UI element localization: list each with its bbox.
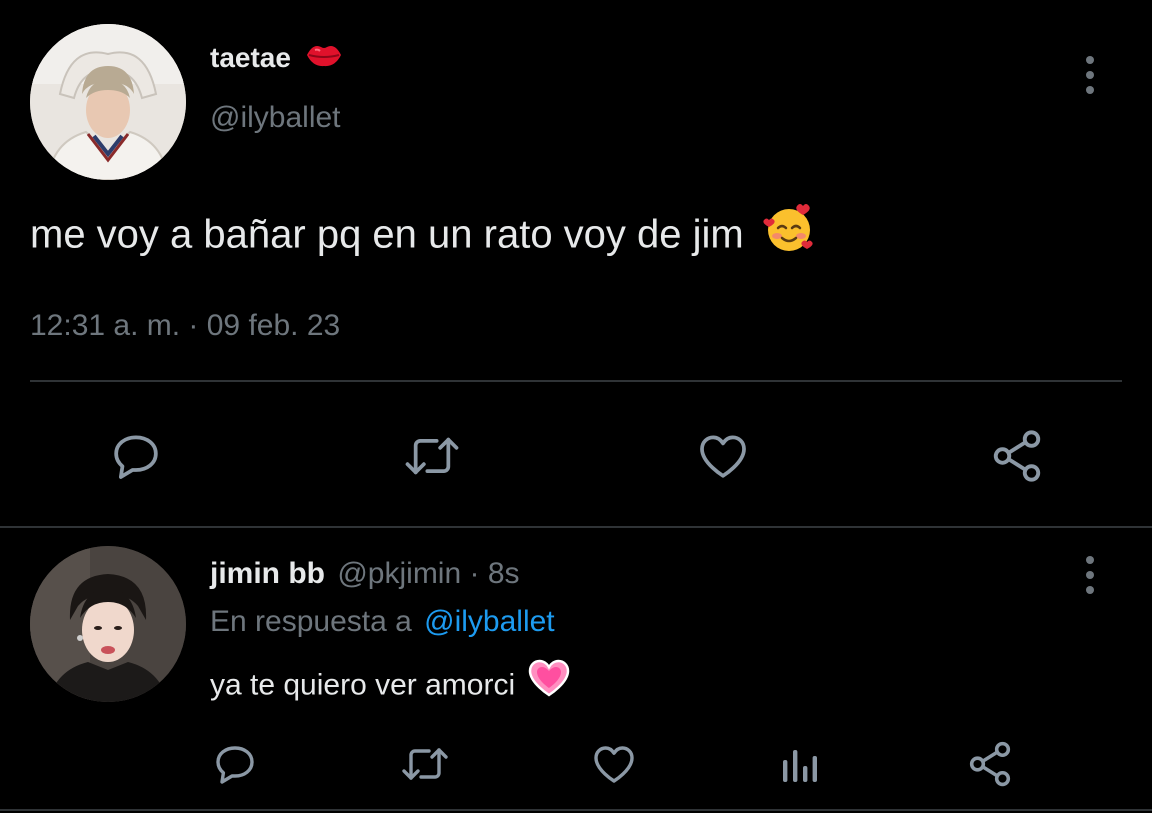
tweet-text: me voy a bañar pq en un rato voy de jim (30, 204, 815, 258)
avatar-jimin[interactable] (30, 546, 186, 702)
smiling-face-with-hearts-icon (763, 202, 815, 266)
reply-display-name[interactable]: jimin bb (210, 557, 325, 590)
retweet-button[interactable] (398, 426, 466, 486)
like-icon (700, 435, 746, 478)
reply-icon (216, 746, 254, 784)
retweet-icon (402, 748, 448, 780)
reply-button[interactable] (106, 426, 166, 486)
avatar-taetae[interactable] (30, 24, 186, 180)
reply-more-options-icon[interactable] (1084, 556, 1096, 594)
reply-like-button[interactable] (588, 740, 640, 788)
growing-pink-heart-icon (527, 658, 571, 711)
share-icon (993, 430, 1041, 482)
section-divider (0, 526, 1152, 528)
reply-text: ya te quiero ver amorci (210, 659, 571, 706)
reply-context: En respuesta a @ilyballet (210, 602, 555, 642)
reply-text-content: ya te quiero ver amorci (210, 668, 516, 702)
reply-retweet-button[interactable] (396, 740, 454, 788)
bottom-divider (0, 809, 1152, 811)
reply-reply-button[interactable] (210, 740, 260, 788)
more-options-icon[interactable] (1084, 56, 1096, 94)
reply-icon (114, 435, 158, 479)
retweet-icon (405, 437, 459, 475)
like-icon (594, 746, 634, 783)
reply-header: jimin bb @pkjimin · 8s (210, 554, 520, 594)
handle[interactable]: @ilyballet (210, 98, 341, 138)
reply-context-prefix: En respuesta a (210, 605, 412, 638)
analytics-icon (783, 750, 817, 782)
display-name-text[interactable]: taetae (210, 42, 291, 73)
kiss-lips-icon (305, 41, 343, 78)
like-button[interactable] (692, 426, 754, 486)
analytics-button[interactable] (778, 740, 822, 788)
timestamp[interactable]: 12:31 a. m. · 09 feb. 23 (30, 306, 340, 346)
reply-to-link[interactable]: @ilyballet (424, 605, 555, 638)
display-name[interactable]: taetae (210, 40, 343, 76)
tweet-text-content: me voy a bañar pq en un rato voy de jim (30, 212, 744, 257)
reply-time[interactable]: · 8s (470, 557, 520, 590)
reply-handle[interactable]: @pkjimin (337, 557, 461, 590)
share-icon (969, 741, 1011, 787)
reply-share-button[interactable] (964, 738, 1016, 790)
divider (30, 380, 1122, 382)
share-button[interactable] (986, 424, 1048, 488)
